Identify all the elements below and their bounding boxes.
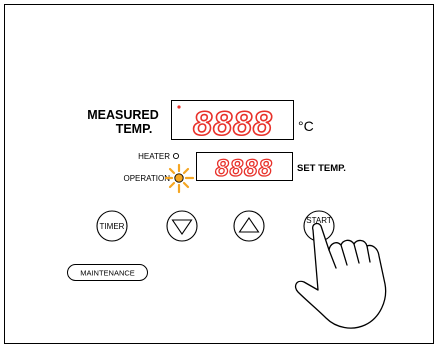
set-temp-digits: 8888 xyxy=(215,155,272,182)
measured-temp-label-line1: MEASURED xyxy=(87,108,159,122)
timer-button[interactable]: TIMER xyxy=(96,210,128,242)
control-panel-diagram: MEASURED TEMP. 8888 °C HEATER OPERATION … xyxy=(0,0,439,344)
measured-temp-label-line2: TEMP. xyxy=(116,122,153,136)
set-temp-label: SET TEMP. xyxy=(297,163,346,174)
up-button[interactable] xyxy=(233,210,265,242)
heater-lamp xyxy=(172,152,180,160)
timer-button-label: TIMER xyxy=(100,222,125,231)
measured-decimal-dot xyxy=(177,105,181,109)
operation-label: OPERATION xyxy=(123,174,170,183)
maintenance-button[interactable]: MAINTENANCE xyxy=(67,264,148,281)
maintenance-button-label: MAINTENANCE xyxy=(80,269,135,278)
measured-temp-unit: °C xyxy=(298,118,314,134)
heater-label: HEATER xyxy=(138,152,170,161)
down-button[interactable] xyxy=(166,210,198,242)
measured-temp-digits: 8888 xyxy=(193,105,273,143)
